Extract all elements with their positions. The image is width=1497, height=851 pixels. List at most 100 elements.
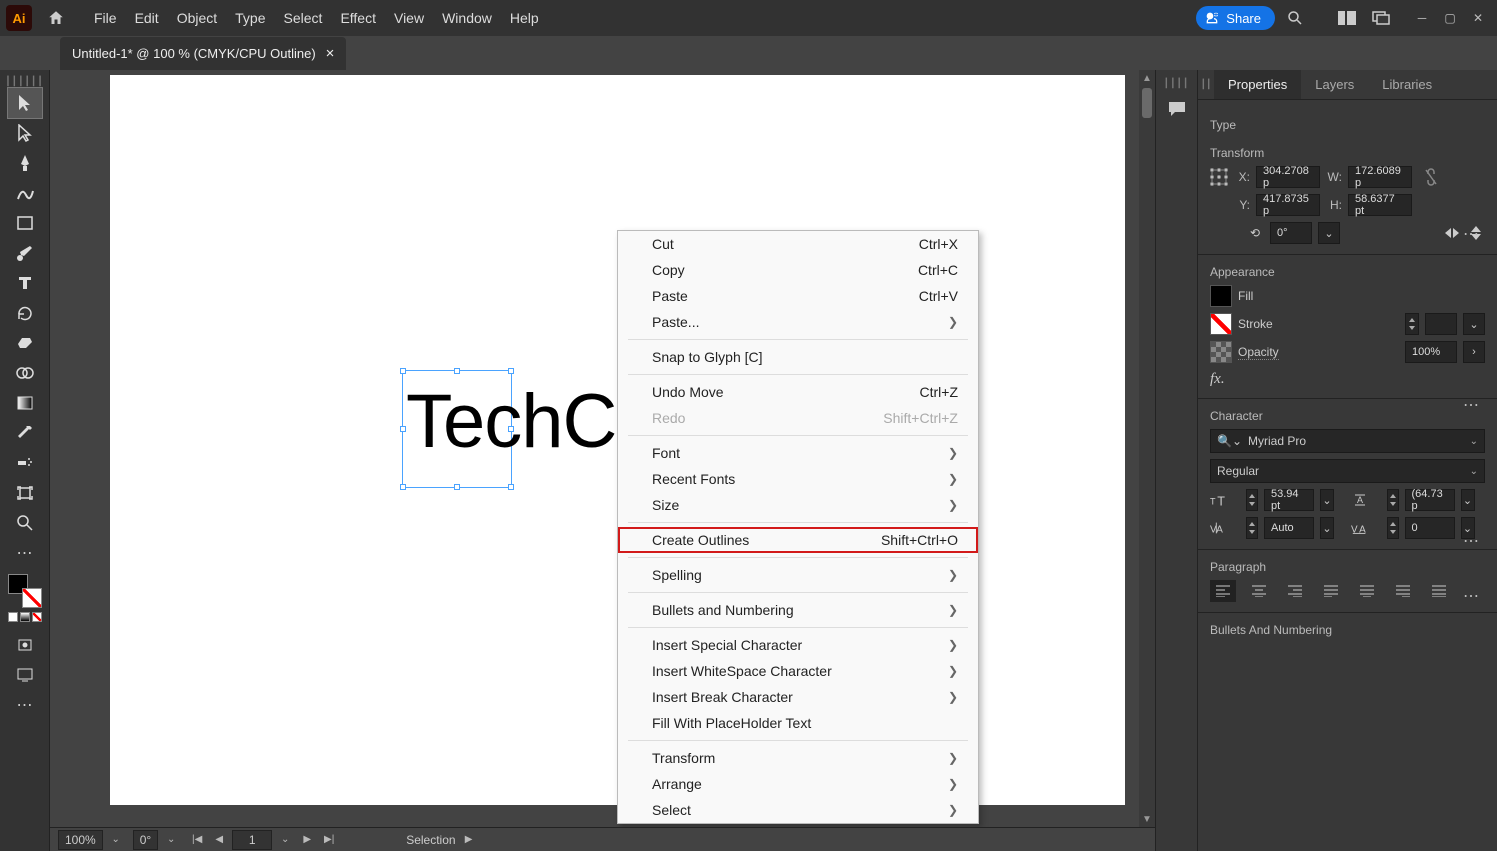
search-icon[interactable] [1281, 4, 1309, 32]
opacity-swatch[interactable] [1210, 341, 1232, 363]
document-tab[interactable]: Untitled-1* @ 100 % (CMYK/CPU Outline) × [60, 37, 346, 70]
context-menu-item[interactable]: Fill With PlaceHolder Text [618, 710, 978, 736]
tab-layers[interactable]: Layers [1301, 70, 1368, 99]
minimize-button[interactable]: ─ [1409, 9, 1435, 27]
align-right-button[interactable] [1282, 580, 1308, 602]
rotate-tool[interactable] [8, 298, 42, 328]
arrange-grid-icon[interactable] [1333, 4, 1361, 32]
character-more-icon[interactable]: ⋯ [1463, 531, 1479, 551]
vertical-scrollbar[interactable]: ▲ ▼ [1139, 70, 1155, 827]
dock-handle[interactable]: ┃┃┃┃ [1164, 78, 1190, 89]
leading-field[interactable]: (64.73 p [1405, 489, 1455, 511]
edit-toolbar-button[interactable]: ⋯ [8, 538, 42, 568]
last-artboard-button[interactable]: ▶| [320, 832, 338, 848]
stroke-weight-stepper[interactable] [1405, 313, 1419, 335]
color-mode-solid[interactable] [8, 612, 18, 622]
scroll-thumb[interactable] [1142, 88, 1152, 118]
next-artboard-button[interactable]: ▶ [298, 832, 316, 848]
scroll-down-icon[interactable]: ▼ [1139, 811, 1155, 827]
direct-selection-tool[interactable] [8, 118, 42, 148]
canvas-area[interactable]: TechC CutCtrl+XCopyCtrl+CPasteCtrl+VPast… [50, 70, 1155, 851]
tab-close-icon[interactable]: × [326, 45, 335, 62]
menu-view[interactable]: View [394, 10, 424, 26]
tracking-field[interactable]: 0 [1405, 517, 1455, 539]
leading-dropdown[interactable]: ⌄ [1461, 489, 1475, 511]
font-size-field[interactable]: 53.94 pt [1264, 489, 1314, 511]
context-menu-item[interactable]: PasteCtrl+V [618, 283, 978, 309]
context-menu-item[interactable]: Insert Special Character❯ [618, 632, 978, 658]
tab-properties[interactable]: Properties [1214, 70, 1301, 99]
x-field[interactable]: 304.2708 p [1256, 166, 1320, 188]
context-menu-item[interactable]: Insert WhiteSpace Character❯ [618, 658, 978, 684]
align-center-button[interactable] [1246, 580, 1272, 602]
y-field[interactable]: 417.8735 p [1256, 194, 1320, 216]
selection-tool[interactable] [8, 88, 42, 118]
shape-builder-tool[interactable] [8, 358, 42, 388]
menu-help[interactable]: Help [510, 10, 539, 26]
context-menu-item[interactable]: Undo MoveCtrl+Z [618, 379, 978, 405]
stroke-weight-field[interactable] [1425, 313, 1457, 335]
menu-effect[interactable]: Effect [340, 10, 376, 26]
menu-select[interactable]: Select [284, 10, 323, 26]
constrain-proportions-icon[interactable] [1422, 168, 1440, 186]
rotate-view-field[interactable]: 0° [133, 830, 158, 850]
context-menu-item[interactable]: Spelling❯ [618, 562, 978, 588]
context-menu-item[interactable]: Select❯ [618, 797, 978, 823]
panel-drag-handle[interactable]: ┃┃ [1198, 70, 1214, 99]
context-menu-item[interactable]: Arrange❯ [618, 771, 978, 797]
w-field[interactable]: 172.6089 p [1348, 166, 1412, 188]
color-mode-none[interactable] [32, 612, 42, 622]
font-style-select[interactable]: Regular ⌄ [1210, 459, 1485, 483]
justify-left-button[interactable] [1318, 580, 1344, 602]
paragraph-more-icon[interactable]: ⋯ [1463, 586, 1479, 606]
symbol-sprayer-tool[interactable] [8, 448, 42, 478]
arrange-windows-icon[interactable] [1367, 4, 1395, 32]
opacity-popup-icon[interactable]: › [1463, 341, 1485, 363]
gradient-tool[interactable] [8, 388, 42, 418]
tab-libraries[interactable]: Libraries [1368, 70, 1446, 99]
context-menu-item[interactable]: CopyCtrl+C [618, 257, 978, 283]
rotate-dropdown[interactable]: ⌄ [162, 832, 180, 848]
context-menu-item[interactable]: Create OutlinesShift+Ctrl+O [618, 527, 978, 553]
first-artboard-button[interactable]: |◀ [188, 832, 206, 848]
context-menu-item[interactable]: CutCtrl+X [618, 231, 978, 257]
close-button[interactable]: ✕ [1465, 9, 1491, 27]
panel-handle[interactable]: ┃┃┃┃┃┃ [5, 76, 44, 88]
screen-mode[interactable] [8, 660, 42, 690]
context-menu-item[interactable]: Font❯ [618, 440, 978, 466]
zoom-field[interactable]: 100% [58, 830, 103, 850]
draw-mode-normal[interactable] [8, 630, 42, 660]
leading-stepper[interactable] [1387, 489, 1399, 511]
transform-more-icon[interactable]: ⋯ [1463, 224, 1479, 244]
context-menu-item[interactable]: Paste...❯ [618, 309, 978, 335]
rotate-dropdown[interactable]: ⌄ [1318, 222, 1340, 244]
menu-edit[interactable]: Edit [135, 10, 159, 26]
justify-all-button[interactable] [1426, 580, 1452, 602]
status-mode-menu[interactable]: ▶ [460, 832, 478, 848]
prev-artboard-button[interactable]: ◀ [210, 832, 228, 848]
context-menu-item[interactable]: Transform❯ [618, 745, 978, 771]
eraser-tool[interactable] [8, 328, 42, 358]
zoom-tool[interactable] [8, 508, 42, 538]
h-field[interactable]: 58.6377 pt [1348, 194, 1412, 216]
fill-stroke-swatch[interactable] [8, 574, 42, 608]
tracking-stepper[interactable] [1387, 517, 1399, 539]
artboard-dropdown[interactable]: ⌄ [276, 832, 294, 848]
artboard-tool[interactable] [8, 478, 42, 508]
color-mode-gradient[interactable] [20, 612, 30, 622]
type-tool[interactable] [8, 268, 42, 298]
size-dropdown[interactable]: ⌄ [1320, 489, 1334, 511]
opacity-field[interactable]: 100% [1405, 341, 1457, 363]
context-menu-item[interactable]: Size❯ [618, 492, 978, 518]
kerning-dropdown[interactable]: ⌄ [1320, 517, 1334, 539]
context-menu-item[interactable]: Snap to Glyph [C] [618, 344, 978, 370]
share-button[interactable]: Share [1196, 6, 1275, 30]
stroke-swatch[interactable] [22, 588, 42, 608]
kerning-stepper[interactable] [1246, 517, 1258, 539]
menu-object[interactable]: Object [177, 10, 217, 26]
menu-file[interactable]: File [94, 10, 117, 26]
reference-point-icon[interactable] [1210, 168, 1228, 186]
menu-window[interactable]: Window [442, 10, 492, 26]
context-menu-item[interactable]: Recent Fonts❯ [618, 466, 978, 492]
font-family-select[interactable]: 🔍⌄ Myriad Pro ⌄ [1210, 429, 1485, 453]
